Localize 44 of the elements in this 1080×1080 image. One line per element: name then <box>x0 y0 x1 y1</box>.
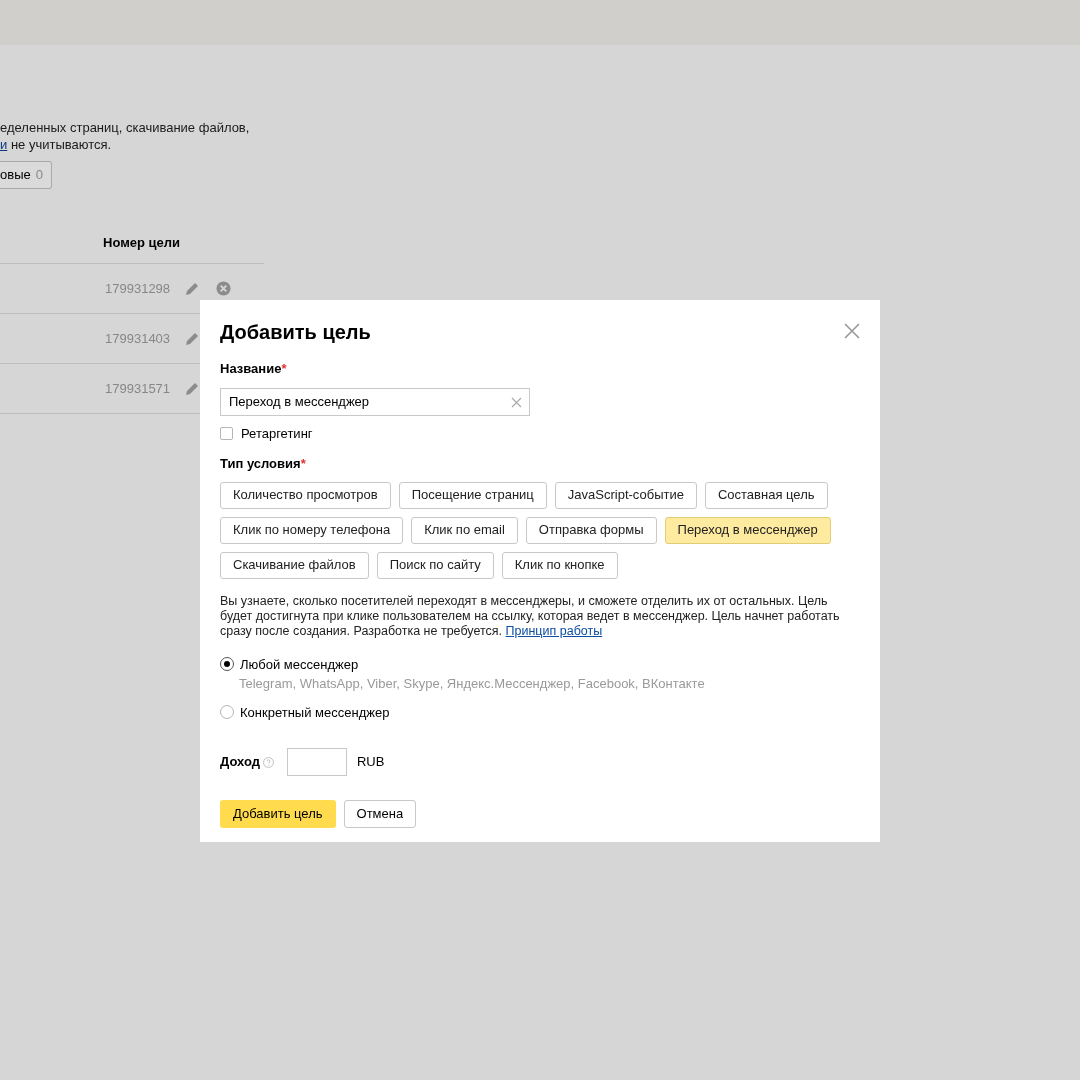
checkbox[interactable] <box>220 426 233 440</box>
pencil-icon[interactable] <box>184 280 201 297</box>
link[interactable]: Принцип работы <box>505 623 603 638</box>
cancel-button[interactable]: Отмена <box>343 800 417 828</box>
condition-type-button[interactable]: Количество просмотров <box>220 481 391 509</box>
required-mark: * <box>300 456 306 471</box>
dialog-title: Добавить цель <box>220 320 371 345</box>
add-goal-button[interactable]: Добавить цель <box>220 800 336 828</box>
field-label: Тип условия <box>220 456 301 471</box>
help-icon[interactable] <box>262 756 274 768</box>
condition-type-button[interactable]: Посещение страниц <box>398 481 547 509</box>
name-field[interactable]: Переход в мессенджер <box>220 387 530 416</box>
condition-type-button[interactable]: Переход в мессенджер <box>664 516 831 544</box>
condition-type-button[interactable]: Клик по email <box>411 516 518 544</box>
column-header: Номер цели <box>0 233 264 264</box>
field-label: Название <box>220 361 282 376</box>
filter-button[interactable]: овые 0 <box>0 161 52 189</box>
radio-label: Конкретный мессенджер <box>240 703 390 722</box>
paragraph-text: еделенных страниц, скачивание файлов, <box>0 119 251 136</box>
close-button[interactable] <box>844 320 860 336</box>
clear-icon[interactable] <box>511 396 522 408</box>
pencil-icon[interactable] <box>184 380 201 397</box>
revenue-field[interactable] <box>286 748 347 776</box>
description-text: Вы узнаете, сколько посетителей переходят в мессенджеры, и сможете отделить их от остальных. Цель будет достигнута при клике пользователем на ссылку, которая ведет в мессенджер. Цель начнет работать сразу после создания. Разработка не требуется. Принцип работы <box>220 593 841 639</box>
currency-label: RUB <box>356 753 385 772</box>
table-cell-text: 179931298 <box>105 279 171 298</box>
condition-type-button[interactable]: JavaScript-событие <box>554 481 697 509</box>
pencil-icon[interactable] <box>184 330 201 347</box>
paragraph-text: не учитываются. <box>10 137 112 152</box>
condition-type-button[interactable]: Клик по номеру телефона <box>220 516 404 544</box>
condition-type-button[interactable]: Составная цель <box>704 481 828 509</box>
delete-icon[interactable] <box>216 281 232 296</box>
table-cell-text: 179931571 <box>105 379 171 398</box>
radio-label: Любой мессенджер <box>240 655 359 674</box>
table-cell-text: 179931403 <box>105 329 171 348</box>
link[interactable]: и <box>0 137 8 152</box>
checkbox-label: Ретаргетинг <box>241 424 313 443</box>
condition-type-button[interactable]: Клик по кнопке <box>501 551 618 579</box>
condition-type-button[interactable]: Скачивание файлов <box>220 551 369 579</box>
required-mark: * <box>281 361 287 376</box>
hint-text: Telegram, WhatsApp, Viber, Skype, Яндекс.Мессенджер, Facebook, ВКонтакте <box>239 675 706 693</box>
condition-type-button[interactable]: Отправка формы <box>525 516 657 544</box>
field-label: Доход <box>220 753 260 772</box>
condition-type-button[interactable]: Поиск по сайту <box>376 551 494 579</box>
